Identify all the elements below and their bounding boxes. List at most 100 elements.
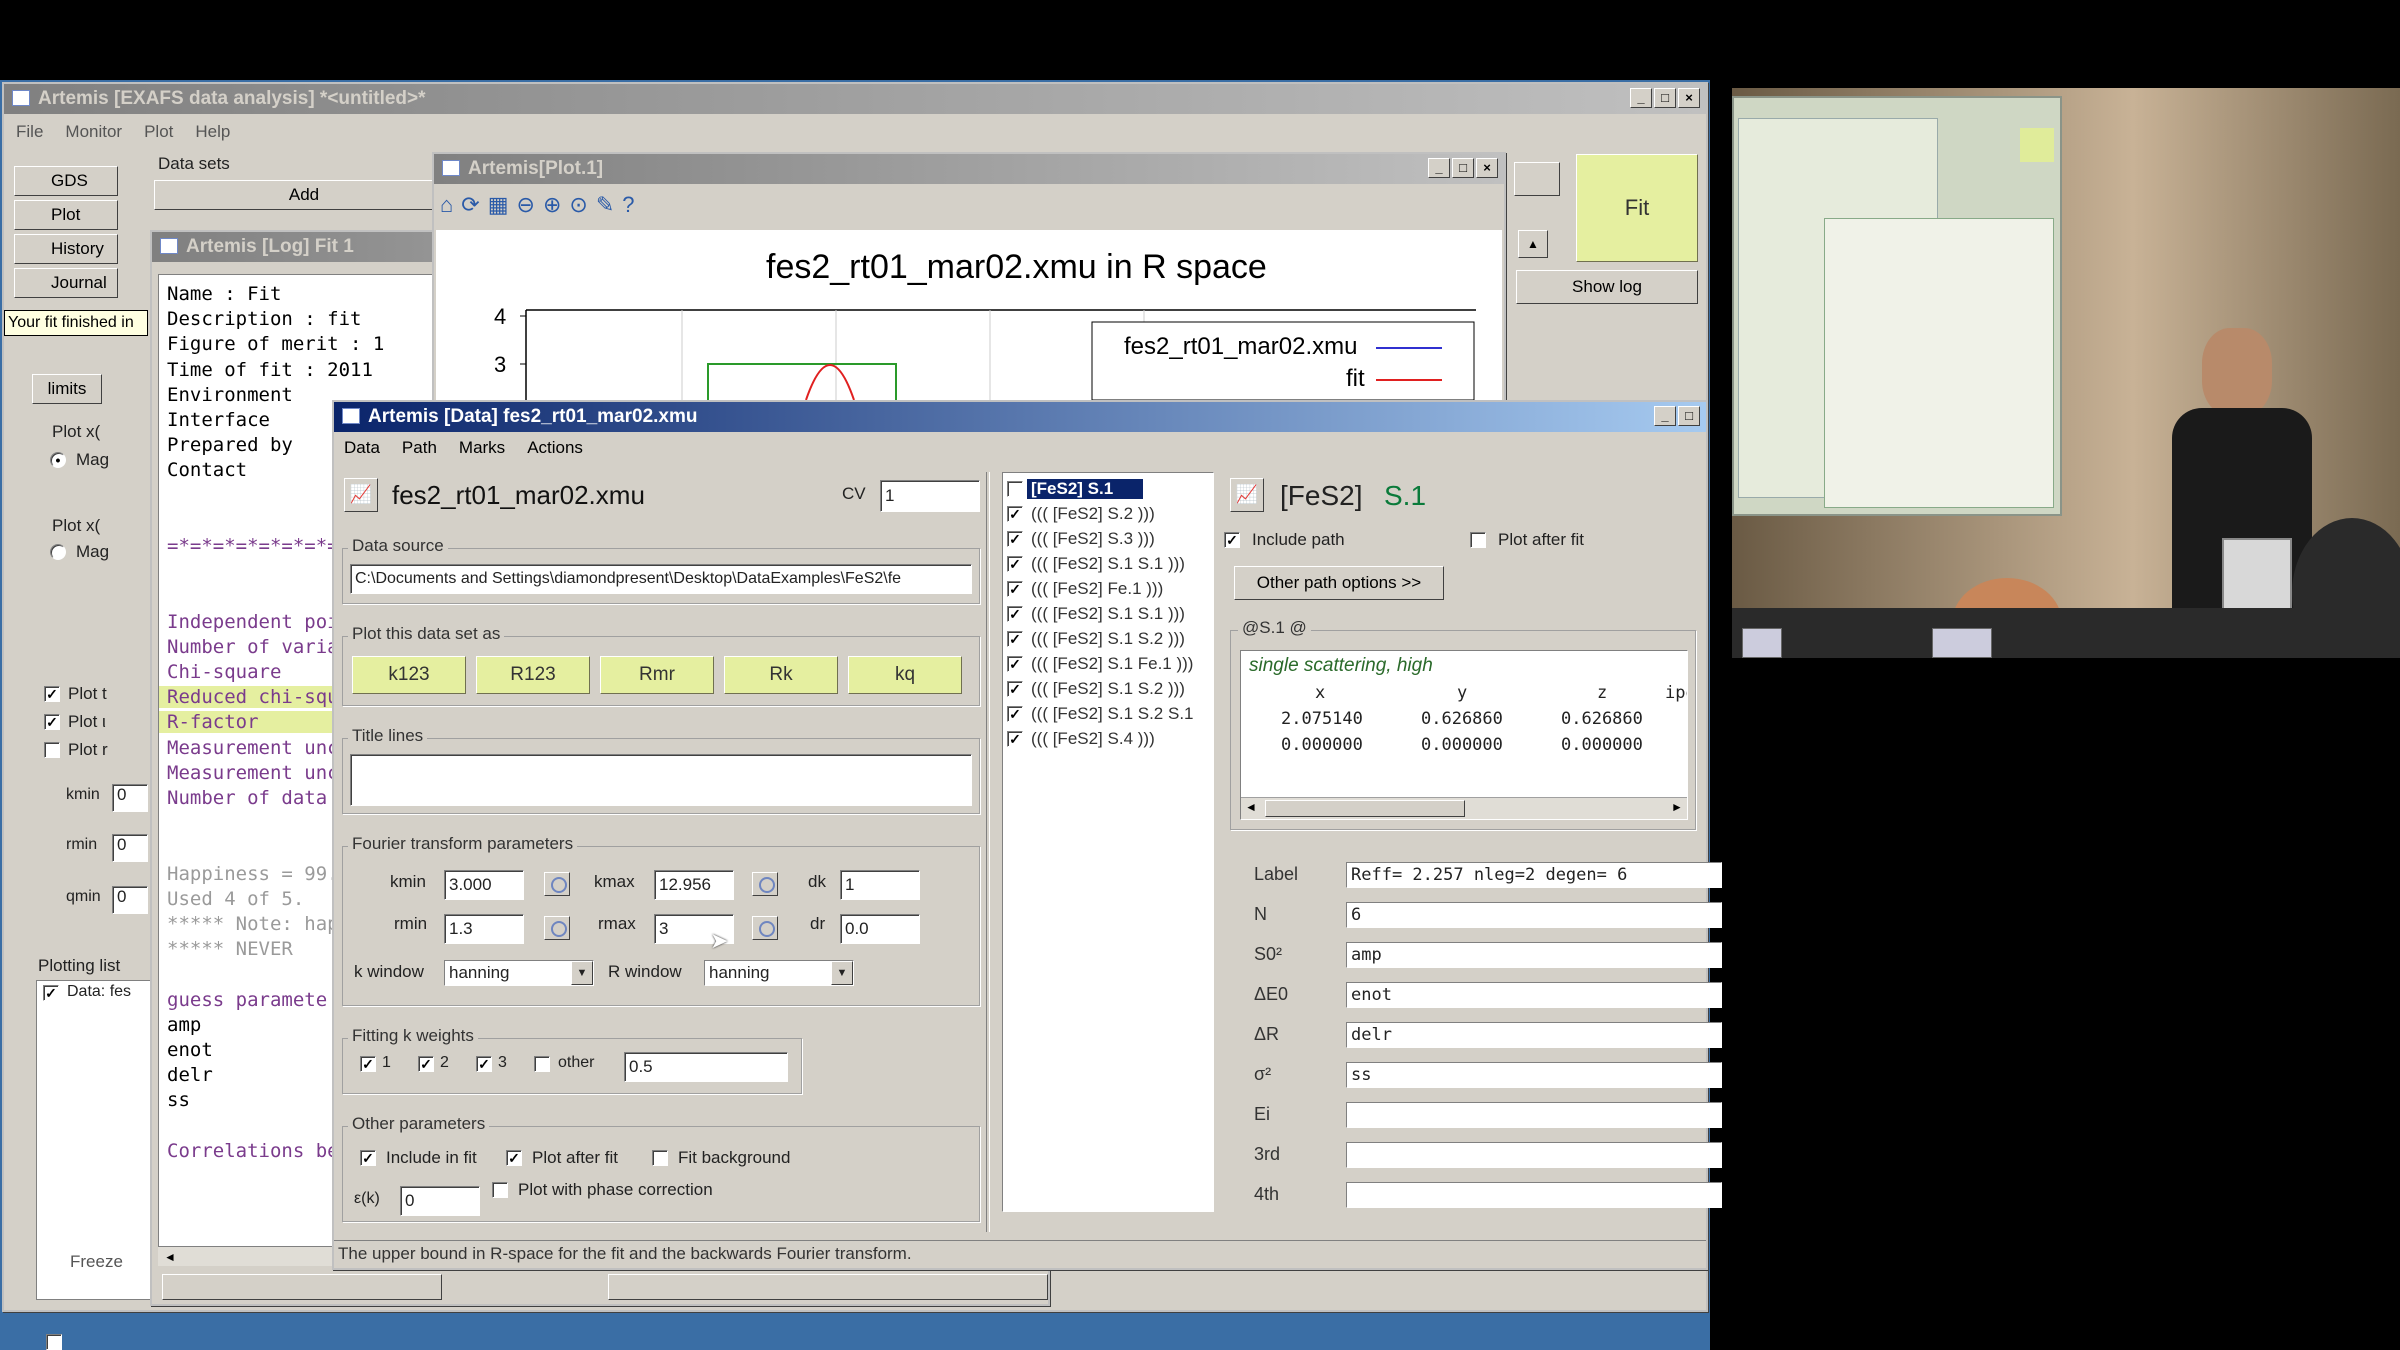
history-button[interactable]: History: [14, 234, 118, 264]
kw-2-checkbox[interactable]: ✓: [418, 1056, 434, 1072]
path-param-input[interactable]: [1346, 1182, 1722, 1208]
qmin-input-left[interactable]: 0: [112, 886, 148, 914]
kw-other-checkbox[interactable]: [534, 1056, 550, 1072]
path-param-input[interactable]: ss: [1346, 1062, 1722, 1088]
refresh-icon[interactable]: ⟳: [461, 192, 479, 226]
plot-checkbox-1[interactable]: ✓: [44, 686, 60, 702]
path-list-item[interactable]: ✓ ((( [FeS2] S.1 S.1 ))): [1007, 602, 1211, 626]
plot-rmr-button[interactable]: Rmr: [600, 656, 714, 694]
menu-file[interactable]: File: [16, 122, 43, 142]
r-window-dropdown-icon[interactable]: ▼: [831, 961, 853, 985]
small-blank-button[interactable]: [1514, 162, 1560, 196]
help-icon[interactable]: ?: [622, 192, 634, 226]
scroll-left-icon[interactable]: ◄: [1245, 800, 1257, 814]
menu-marks[interactable]: Marks: [459, 438, 505, 458]
path-include-checkbox[interactable]: [1007, 481, 1023, 497]
mag-radio-1[interactable]: •: [50, 452, 66, 468]
path-list-item[interactable]: ✓ ((( [FeS2] S.3 ))): [1007, 527, 1211, 551]
include-path-checkbox[interactable]: ✓: [1224, 532, 1240, 548]
other-path-options-button[interactable]: Other path options >>: [1234, 566, 1444, 600]
rmin-input-left[interactable]: 0: [112, 834, 148, 862]
scroll-up-button[interactable]: ▲: [1518, 230, 1548, 258]
title-lines-input[interactable]: [350, 754, 972, 806]
plot-k123-button[interactable]: k123: [352, 656, 466, 694]
kw-1-checkbox[interactable]: ✓: [360, 1056, 376, 1072]
plot-r123-button[interactable]: R123: [476, 656, 590, 694]
path-list-item[interactable]: ✓ ((( [FeS2] S.1 Fe.1 ))): [1007, 652, 1211, 676]
menu-actions[interactable]: Actions: [527, 438, 583, 458]
menu-path[interactable]: Path: [402, 438, 437, 458]
kmax-pick-button[interactable]: [752, 872, 778, 896]
path-include-checkbox[interactable]: ✓: [1007, 656, 1023, 672]
plot-kq-button[interactable]: kq: [848, 656, 962, 694]
scroll-thumb[interactable]: [1265, 800, 1465, 817]
data-plot-icon-button[interactable]: 📈: [344, 478, 378, 512]
plot-maximize-button[interactable]: □: [1452, 158, 1474, 178]
plotting-list-checkbox[interactable]: ✓: [43, 985, 59, 1001]
plot-checkbox-3[interactable]: [44, 742, 60, 758]
dr-input[interactable]: 0.0: [840, 914, 920, 944]
fit-background-checkbox[interactable]: [652, 1150, 668, 1166]
log-close-button[interactable]: [608, 1274, 1048, 1300]
gds-button[interactable]: GDS: [14, 166, 118, 196]
path-include-checkbox[interactable]: ✓: [1007, 681, 1023, 697]
path-param-input[interactable]: [1346, 1102, 1722, 1128]
home-icon[interactable]: ⌂: [440, 192, 453, 226]
rmin-pick-button[interactable]: [544, 916, 570, 940]
geometry-hscroll[interactable]: ◄ ►: [1241, 797, 1687, 819]
add-dataset-button[interactable]: Add: [154, 180, 454, 210]
data-source-path[interactable]: C:\Documents and Settings\diamondpresent…: [350, 564, 972, 594]
path-param-input[interactable]: amp: [1346, 942, 1722, 968]
kmin-input-left[interactable]: 0: [112, 784, 148, 812]
path-param-input[interactable]: 6: [1346, 902, 1722, 928]
plotting-list-item[interactable]: Data: fes: [67, 983, 131, 1001]
plot-close-button[interactable]: ×: [1476, 158, 1498, 178]
path-list-item[interactable]: ✓ ((( [FeS2] Fe.1 ))): [1007, 577, 1211, 601]
path-include-checkbox[interactable]: ✓: [1007, 706, 1023, 722]
epsilon-k-input[interactable]: 0: [400, 1186, 480, 1216]
kmin-pick-button[interactable]: [544, 872, 570, 896]
plot-button[interactable]: Plot: [14, 200, 118, 230]
path-param-input[interactable]: [1346, 1142, 1722, 1168]
kw-3-checkbox[interactable]: ✓: [476, 1056, 492, 1072]
data-maximize-button[interactable]: □: [1678, 406, 1700, 426]
kmax-input[interactable]: 12.956: [654, 870, 734, 900]
plot-after-fit-checkbox[interactable]: ✓: [506, 1150, 522, 1166]
settings-icon[interactable]: ✎: [596, 192, 614, 226]
rmax-pick-button[interactable]: [752, 916, 778, 940]
plot-rk-button[interactable]: Rk: [724, 656, 838, 694]
minimize-button[interactable]: _: [1630, 88, 1652, 108]
path-list-item[interactable]: ✓ ((( [FeS2] S.1 S.2 ))): [1007, 627, 1211, 651]
path-plot-icon-button[interactable]: 📈: [1230, 478, 1264, 512]
phase-correction-checkbox[interactable]: [492, 1182, 508, 1198]
path-list-item[interactable]: ✓ ((( [FeS2] S.1 S.2 ))): [1007, 677, 1211, 701]
path-include-checkbox[interactable]: ✓: [1007, 631, 1023, 647]
path-list-item[interactable]: ✓ ((( [FeS2] S.4 ))): [1007, 727, 1211, 751]
log-save-button[interactable]: [162, 1274, 442, 1300]
journal-button[interactable]: Journal: [14, 268, 118, 298]
path-param-input[interactable]: Reff= 2.257 nleg=2 degen= 6: [1346, 862, 1722, 888]
close-button[interactable]: ×: [1678, 88, 1700, 108]
path-include-checkbox[interactable]: ✓: [1007, 731, 1023, 747]
k-window-dropdown-icon[interactable]: ▼: [571, 961, 593, 985]
data-minimize-button[interactable]: _: [1654, 406, 1676, 426]
menu-data[interactable]: Data: [344, 438, 380, 458]
zoom-fit-icon[interactable]: ⊙: [569, 192, 587, 226]
kw-other-input[interactable]: 0.5: [624, 1052, 788, 1082]
limits-tab[interactable]: limits: [32, 374, 102, 404]
plot-minimize-button[interactable]: _: [1428, 158, 1450, 178]
rmin-input[interactable]: 1.3: [444, 914, 524, 944]
path-list-item[interactable]: ✓ ((( [FeS2] S.2 ))): [1007, 502, 1211, 526]
menu-help[interactable]: Help: [195, 122, 230, 142]
menu-monitor[interactable]: Monitor: [65, 122, 122, 142]
path-include-checkbox[interactable]: ✓: [1007, 581, 1023, 597]
kmin-input[interactable]: 3.000: [444, 870, 524, 900]
path-include-checkbox[interactable]: ✓: [1007, 556, 1023, 572]
k-window-select[interactable]: hanning ▼: [444, 960, 594, 986]
scroll-right-icon[interactable]: ►: [1671, 800, 1683, 814]
path-include-checkbox[interactable]: ✓: [1007, 506, 1023, 522]
r-window-select[interactable]: hanning ▼: [704, 960, 854, 986]
zoom-in-icon[interactable]: ⊕: [543, 192, 561, 226]
grid-icon[interactable]: ▦: [488, 192, 509, 226]
plot-checkbox-2[interactable]: ✓: [44, 714, 60, 730]
